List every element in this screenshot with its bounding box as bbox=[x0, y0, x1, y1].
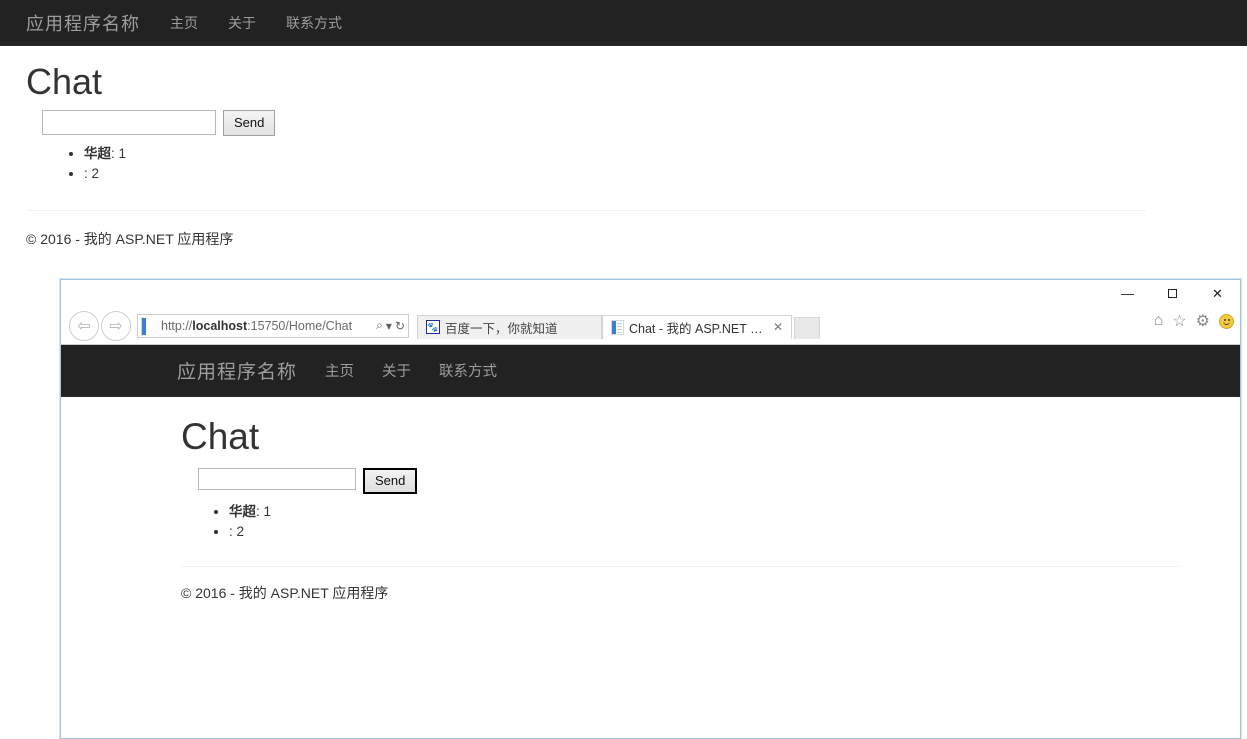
gear-icon[interactable]: ⚙ bbox=[1196, 311, 1210, 331]
refresh-icon[interactable]: ↻ bbox=[395, 319, 405, 333]
smiley-face-icon[interactable] bbox=[1219, 313, 1234, 329]
inner-message-list: 华超: 1 : 2 bbox=[181, 502, 1240, 542]
inner-nav-item-contact[interactable]: 联系方式 bbox=[425, 360, 511, 381]
inner-divider bbox=[181, 565, 1180, 567]
maximize-icon[interactable] bbox=[1150, 280, 1195, 307]
address-bar[interactable]: http://localhost:15750/Home/Chat ⌕ ▾ ↻ bbox=[137, 313, 409, 338]
message-text: 2 bbox=[91, 165, 100, 181]
chevron-down-icon[interactable]: ▾ bbox=[386, 319, 392, 333]
inner-page-title: Chat bbox=[181, 416, 260, 457]
inner-nav-item-about[interactable]: 关于 bbox=[368, 360, 425, 381]
tab-title: 百度一下，你就知道 bbox=[445, 321, 558, 336]
tab-title: Chat - 我的 ASP.NET 应用... bbox=[629, 321, 768, 336]
list-item: : 2 bbox=[229, 522, 1240, 542]
page-icon bbox=[141, 316, 157, 336]
inner-footer-text: © 2016 - 我的 ASP.NET 应用程序 bbox=[181, 584, 389, 601]
message-author: 华超 bbox=[84, 145, 111, 161]
outer-navbar: 应用程序名称 主页 关于 联系方式 bbox=[0, 0, 1247, 46]
browser-toolbar: ⇦ ⇨ http://localhost:15750/Home/Chat ⌕ ▾… bbox=[61, 307, 1240, 344]
inner-navbar-brand[interactable]: 应用程序名称 bbox=[177, 357, 311, 384]
list-item: 华超: 1 bbox=[229, 502, 1240, 522]
new-tab-button[interactable] bbox=[794, 316, 820, 339]
message-text: 1 bbox=[118, 145, 127, 161]
address-bar-actions: ⌕ ▾ ↻ bbox=[372, 318, 405, 333]
outer-page-title: Chat bbox=[26, 61, 103, 102]
home-icon[interactable]: ⌂ bbox=[1154, 312, 1164, 330]
close-icon[interactable]: ✕ bbox=[773, 320, 783, 334]
outer-send-button[interactable]: Send bbox=[223, 109, 276, 136]
message-separator: : bbox=[256, 503, 264, 519]
inner-send-button[interactable]: Send bbox=[363, 467, 418, 494]
message-separator: : bbox=[229, 523, 237, 539]
tab-baidu[interactable]: 🐾 百度一下，你就知道 bbox=[417, 314, 602, 339]
document-glyph-icon bbox=[141, 316, 146, 336]
tab-strip: 🐾 百度一下，你就知道 Chat - 我的 ASP.NET 应用... ✕ bbox=[417, 313, 820, 339]
minimize-icon[interactable]: — bbox=[1105, 280, 1150, 307]
inner-chat-form: Send bbox=[198, 467, 1240, 494]
message-text: 1 bbox=[263, 503, 272, 519]
close-icon[interactable]: ✕ bbox=[1195, 280, 1240, 307]
outer-divider bbox=[26, 209, 1146, 211]
outer-nav-item-about[interactable]: 关于 bbox=[213, 13, 271, 33]
browser-title-bar[interactable]: — ✕ bbox=[61, 280, 1240, 307]
search-icon[interactable]: ⌕ bbox=[376, 318, 383, 333]
address-bar-url: http://localhost:15750/Home/Chat bbox=[161, 319, 372, 333]
back-arrow-icon[interactable]: ⇦ bbox=[69, 310, 99, 341]
url-scheme: http:// bbox=[161, 318, 193, 333]
outer-footer-text: © 2016 - 我的 ASP.NET 应用程序 bbox=[26, 230, 234, 247]
message-separator: : bbox=[111, 145, 119, 161]
inner-chat-message-input[interactable] bbox=[198, 467, 356, 490]
command-bar: ⌂ ☆ ⚙ bbox=[1154, 311, 1234, 331]
outer-chat-form: Send bbox=[42, 109, 1221, 136]
outer-nav-item-contact[interactable]: 联系方式 bbox=[271, 13, 357, 33]
browser-window: — ✕ ⇦ ⇨ http://localhost:15750/Home/Chat… bbox=[60, 279, 1241, 739]
baidu-paw-icon: 🐾 bbox=[426, 320, 440, 334]
message-author: 华超 bbox=[229, 503, 256, 519]
page-icon bbox=[611, 319, 624, 335]
forward-arrow-icon[interactable]: ⇨ bbox=[101, 310, 131, 341]
tab-chat[interactable]: Chat - 我的 ASP.NET 应用... ✕ bbox=[602, 314, 792, 339]
outer-page-body: Chat Send 华超: 1 : 2 © 2016 - 我的 ASP.NET … bbox=[0, 46, 1247, 249]
message-text: 2 bbox=[236, 523, 245, 539]
outer-navbar-brand[interactable]: 应用程序名称 bbox=[0, 10, 155, 36]
inner-nav-item-home[interactable]: 主页 bbox=[311, 360, 368, 381]
inner-container: Chat Send 华超: 1 : 2 © 2016 - 我的 ASP.NET … bbox=[61, 416, 1240, 603]
browser-viewport: 应用程序名称 主页 关于 联系方式 Chat Send 华超: 1 : 2 © … bbox=[61, 344, 1240, 738]
maximize-square-icon bbox=[1168, 289, 1177, 298]
outer-container: Chat Send 华超: 1 : 2 © 2016 - 我的 ASP.NET … bbox=[0, 62, 1247, 249]
outer-chat-message-input[interactable] bbox=[42, 109, 216, 135]
message-separator: : bbox=[84, 165, 92, 181]
favorites-star-icon[interactable]: ☆ bbox=[1172, 311, 1186, 331]
outer-nav-item-home[interactable]: 主页 bbox=[155, 13, 213, 33]
list-item: 华超: 1 bbox=[84, 144, 1221, 164]
url-host: localhost bbox=[192, 318, 248, 333]
url-path: :15750/Home/Chat bbox=[247, 318, 353, 333]
outer-message-list: 华超: 1 : 2 bbox=[26, 144, 1221, 184]
list-item: : 2 bbox=[84, 164, 1221, 184]
inner-navbar: 应用程序名称 主页 关于 联系方式 bbox=[61, 345, 1240, 397]
